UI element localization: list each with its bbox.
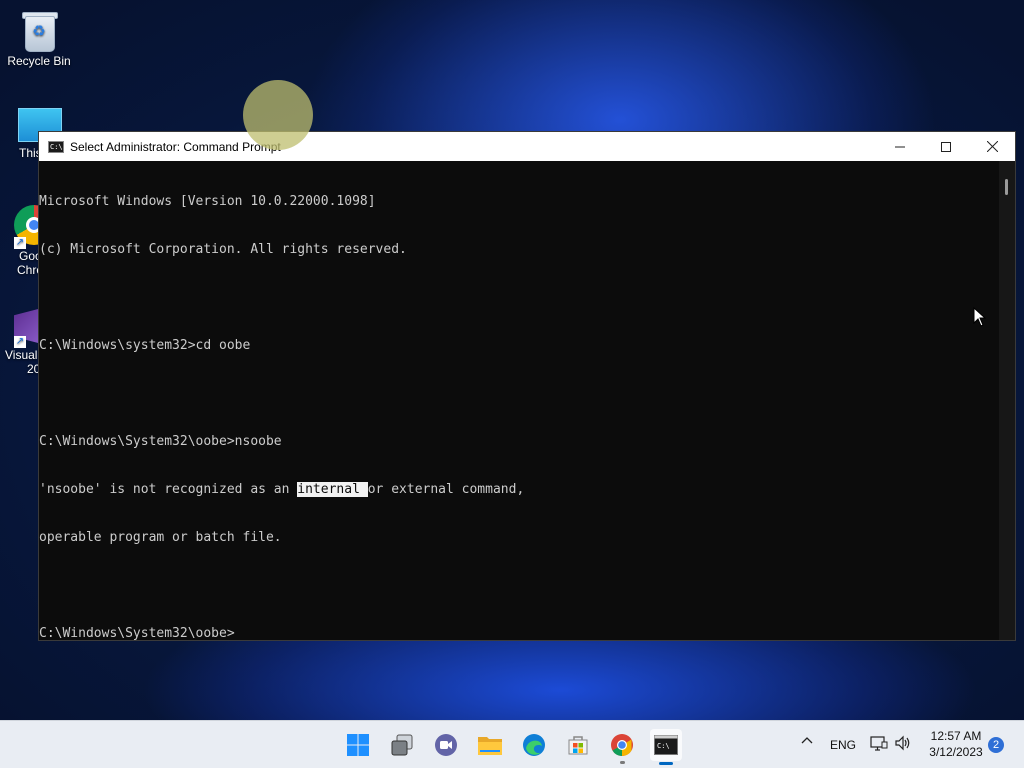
window-titlebar[interactable]: C:\ Select Administrator: Command Prompt [39, 132, 1015, 161]
volume-button[interactable] [894, 735, 912, 754]
chrome-icon [611, 734, 633, 756]
console-text: 'nsoobe' is not recognized as an [39, 482, 298, 497]
taskbar: C:\ ENG 12:57 AM 3/12/2023 2 [0, 720, 1024, 768]
store-icon [568, 736, 588, 755]
start-icon [347, 734, 369, 756]
clock[interactable]: 12:57 AM 3/12/2023 [920, 728, 992, 760]
tray-overflow-chevron[interactable] [800, 734, 814, 751]
file-explorer-button[interactable] [474, 729, 506, 761]
maximize-icon [941, 141, 951, 152]
console-line-error: 'nsoobe' is not recognized as an interna… [39, 482, 999, 498]
console-text: or external command, [367, 482, 525, 497]
window-title: Select Administrator: Command Prompt [70, 139, 281, 154]
terminal-icon: C:\ [654, 735, 678, 755]
edge-icon [523, 734, 545, 756]
task-view-icon [391, 734, 413, 756]
click-indicator [243, 80, 313, 150]
notification-badge[interactable]: 2 [988, 737, 1004, 753]
window-controls [877, 132, 1015, 161]
running-indicator [620, 761, 625, 764]
scrollbar-thumb[interactable] [1005, 179, 1008, 195]
desktop-icon-recycle-bin[interactable]: ♻ Recycle Bin [1, 10, 77, 68]
recycle-bin-icon: ♻ [22, 10, 58, 52]
network-icon [870, 736, 888, 751]
chevron-up-icon [801, 737, 813, 744]
teams-chat-button[interactable] [430, 729, 462, 761]
console-output[interactable]: Microsoft Windows [Version 10.0.22000.10… [39, 161, 999, 642]
console-selection: internal [297, 482, 368, 497]
speaker-icon [895, 735, 910, 751]
clock-time: 12:57 AM [930, 729, 982, 743]
console-line: Microsoft Windows [Version 10.0.22000.10… [39, 194, 376, 209]
active-app-indicator [659, 762, 673, 765]
minimize-button[interactable] [877, 132, 923, 161]
console-prompt[interactable]: C:\Windows\System32\oobe> [39, 626, 999, 642]
console-line: operable program or batch file. [39, 530, 282, 545]
edge-button[interactable] [518, 729, 550, 761]
terminal-button[interactable]: C:\ [650, 729, 682, 765]
language-indicator[interactable]: ENG [830, 738, 856, 752]
clock-date: 3/12/2023 [929, 745, 983, 759]
maximize-button[interactable] [923, 132, 969, 161]
console-line: C:\Windows\System32\oobe>nsoobe [39, 434, 282, 449]
svg-text:C:\: C:\ [657, 742, 670, 750]
mouse-pointer-icon [973, 307, 987, 327]
command-prompt-window[interactable]: C:\ Select Administrator: Command Prompt… [38, 131, 1016, 641]
console-scrollbar[interactable] [999, 161, 1015, 640]
network-button[interactable] [870, 735, 888, 754]
teams-chat-icon [435, 734, 457, 756]
close-button[interactable] [969, 132, 1015, 161]
shortcut-arrow-icon: ↗ [14, 336, 26, 348]
task-view-button[interactable] [386, 729, 418, 761]
chrome-button[interactable] [606, 729, 638, 764]
console-line: (c) Microsoft Corporation. All rights re… [39, 242, 407, 257]
cmd-app-icon: C:\ [48, 140, 64, 153]
start-button[interactable] [342, 729, 374, 761]
file-explorer-icon [478, 737, 502, 755]
shortcut-arrow-icon: ↗ [14, 237, 26, 249]
desktop-icon-label: Recycle Bin [7, 54, 71, 68]
minimize-icon [895, 146, 905, 147]
close-icon [986, 141, 998, 152]
console-line: C:\Windows\system32>cd oobe [39, 338, 251, 353]
store-button[interactable] [562, 729, 594, 761]
